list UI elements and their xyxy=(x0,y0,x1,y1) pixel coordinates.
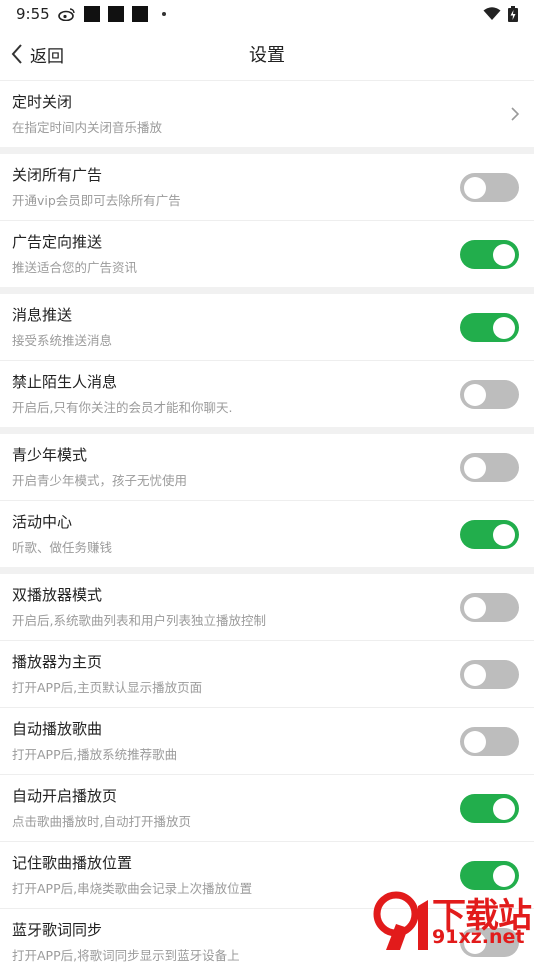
notification-icon xyxy=(132,6,148,22)
wifi-icon xyxy=(483,7,501,20)
setting-title: 蓝牙歌词同步 xyxy=(12,921,103,939)
setting-subtitle: 开通vip会员即可去除所有广告 xyxy=(12,193,181,208)
setting-row-targeted-ads: 广告定向推送 推送适合您的广告资讯 xyxy=(0,221,534,287)
toggle-close-ads[interactable] xyxy=(460,173,519,202)
status-bar: 9:55 xyxy=(0,0,534,28)
toggle-knob xyxy=(464,663,486,686)
setting-subtitle: 开启青少年模式，孩子无忧使用 xyxy=(12,473,188,488)
setting-title: 定时关闭 xyxy=(12,93,73,111)
settings-list: 定时关闭 在指定时间内关闭音乐播放 关闭所有广告 开通vip会员即可去除所有广告… xyxy=(0,80,534,975)
setting-row-auto-open-player: 自动开启播放页 点击歌曲播放时,自动打开播放页 xyxy=(0,775,534,841)
setting-subtitle: 开启后,只有你关注的会员才能和你聊天. xyxy=(12,400,233,415)
toggle-player-home[interactable] xyxy=(460,660,519,689)
setting-subtitle: 点击歌曲播放时,自动打开播放页 xyxy=(12,814,191,829)
setting-title: 自动播放歌曲 xyxy=(12,720,103,738)
notification-icon xyxy=(84,6,100,22)
setting-row-activity-center: 活动中心 听歌、做任务赚钱 xyxy=(0,501,534,567)
setting-row-dual-player: 双播放器模式 开启后,系统歌曲列表和用户列表独立播放控制 xyxy=(0,574,534,640)
setting-row-timer-close[interactable]: 定时关闭 在指定时间内关闭音乐播放 xyxy=(0,81,534,147)
toggle-activity-center[interactable] xyxy=(460,520,519,549)
watermark-url: 91xz.net xyxy=(432,926,525,948)
setting-title: 关闭所有广告 xyxy=(12,166,103,184)
setting-subtitle: 听歌、做任务赚钱 xyxy=(12,540,113,555)
setting-row-teen-mode: 青少年模式 开启青少年模式，孩子无忧使用 xyxy=(0,434,534,500)
toggle-push-messages[interactable] xyxy=(460,313,519,342)
setting-subtitle: 打开APP后,将歌词同步显示到蓝牙设备上 xyxy=(12,948,240,963)
group-separator xyxy=(0,147,534,154)
toggle-targeted-ads[interactable] xyxy=(460,240,519,269)
chevron-right-icon xyxy=(511,107,520,121)
group-separator xyxy=(0,287,534,294)
setting-row-push-messages: 消息推送 接受系统推送消息 xyxy=(0,294,534,360)
weibo-icon xyxy=(58,8,75,21)
setting-title: 消息推送 xyxy=(12,306,73,324)
setting-subtitle: 开启后,系统歌曲列表和用户列表独立播放控制 xyxy=(12,613,266,628)
toggle-knob xyxy=(464,176,486,199)
toggle-knob xyxy=(493,864,515,887)
toggle-knob xyxy=(493,523,515,546)
toggle-knob xyxy=(493,797,515,820)
battery-icon xyxy=(508,6,518,22)
toggle-dual-player[interactable] xyxy=(460,593,519,622)
group-separator xyxy=(0,567,534,574)
toggle-knob xyxy=(493,243,515,266)
setting-row-close-ads: 关闭所有广告 开通vip会员即可去除所有广告 xyxy=(0,154,534,220)
toggle-knob xyxy=(493,316,515,339)
setting-subtitle: 接受系统推送消息 xyxy=(12,333,113,348)
toggle-teen-mode[interactable] xyxy=(460,453,519,482)
setting-row-autoplay: 自动播放歌曲 打开APP后,播放系统推荐歌曲 xyxy=(0,708,534,774)
page-title: 设置 xyxy=(249,45,285,66)
status-time: 9:55 xyxy=(16,5,50,23)
setting-subtitle: 在指定时间内关闭音乐播放 xyxy=(12,120,163,135)
back-button[interactable]: 返回 xyxy=(10,40,64,68)
setting-subtitle: 打开APP后,串烧类歌曲会记录上次播放位置 xyxy=(12,881,253,896)
setting-title: 播放器为主页 xyxy=(12,653,103,671)
setting-title: 禁止陌生人消息 xyxy=(12,373,118,391)
setting-subtitle: 打开APP后,播放系统推荐歌曲 xyxy=(12,747,178,762)
toggle-block-strangers[interactable] xyxy=(460,380,519,409)
setting-subtitle: 推送适合您的广告资讯 xyxy=(12,260,138,275)
setting-subtitle: 打开APP后,主页默认显示播放页面 xyxy=(12,680,203,695)
back-label: 返回 xyxy=(30,46,64,67)
setting-title: 活动中心 xyxy=(12,513,73,531)
setting-row-player-home: 播放器为主页 打开APP后,主页默认显示播放页面 xyxy=(0,641,534,707)
setting-title: 自动开启播放页 xyxy=(12,787,118,805)
toggle-auto-open-player[interactable] xyxy=(460,794,519,823)
toggle-remember-position[interactable] xyxy=(460,861,519,890)
header: 返回 设置 xyxy=(0,28,534,80)
chevron-left-icon xyxy=(11,44,22,64)
setting-title: 广告定向推送 xyxy=(12,233,103,251)
more-notifications-icon xyxy=(162,12,166,16)
setting-title: 双播放器模式 xyxy=(12,586,103,604)
toggle-autoplay[interactable] xyxy=(460,727,519,756)
setting-row-block-strangers: 禁止陌生人消息 开启后,只有你关注的会员才能和你聊天. xyxy=(0,361,534,427)
toggle-knob xyxy=(464,456,486,479)
setting-title: 青少年模式 xyxy=(12,446,88,464)
toggle-knob xyxy=(464,730,486,753)
notification-icon xyxy=(108,6,124,22)
group-separator xyxy=(0,427,534,434)
toggle-knob xyxy=(464,596,486,619)
setting-title: 记住歌曲播放位置 xyxy=(12,854,133,872)
toggle-knob xyxy=(464,383,486,406)
